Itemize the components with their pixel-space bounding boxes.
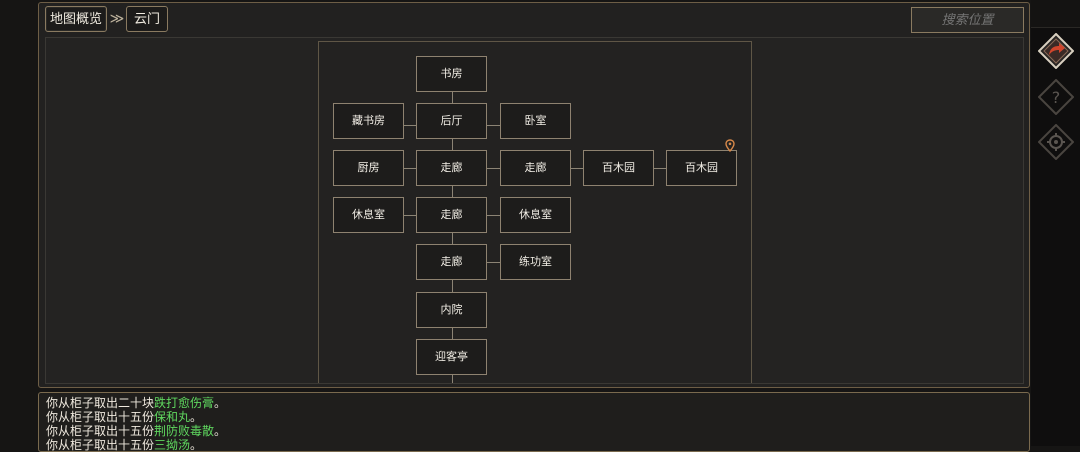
connector — [487, 262, 500, 263]
map-canvas[interactable]: 书房 藏书房 后厅 卧室 厨房 走廊 走廊 百木园 百木园 休息室 走廊 休息室… — [318, 41, 752, 383]
room-guest-pavilion[interactable]: 迎客亭 — [416, 339, 487, 375]
room-garden-1[interactable]: 百木园 — [583, 150, 654, 186]
svg-text:?: ? — [1052, 88, 1061, 107]
share-arrow-icon[interactable] — [1038, 33, 1074, 69]
room-corridor-1-east[interactable]: 走廊 — [500, 150, 571, 186]
search-input[interactable] — [911, 7, 1024, 33]
connector — [404, 168, 416, 169]
room-rest-room-east[interactable]: 休息室 — [500, 197, 571, 233]
room-kitchen[interactable]: 厨房 — [333, 150, 404, 186]
gear-icon[interactable] — [1038, 124, 1074, 160]
room-training-room[interactable]: 练功室 — [500, 244, 571, 280]
connector — [487, 168, 500, 169]
log-item-name: 荆防败毒散 — [154, 424, 215, 438]
right-sidebar-tab[interactable] — [1031, 0, 1080, 28]
room-rest-room-west[interactable]: 休息室 — [333, 197, 404, 233]
log-line: 你从柜子取出二十块跌打愈伤膏。 — [46, 396, 227, 410]
message-log: 你从柜子取出二十块跌打愈伤膏。 你从柜子取出十五份保和丸。 你从柜子取出十五份荆… — [38, 392, 1030, 452]
log-line: 你从柜子取出十五份保和丸。 — [46, 410, 203, 424]
breadcrumb-map-overview[interactable]: 地图概览 — [45, 6, 107, 32]
log-line: 你从柜子取出十五份三拗汤。 — [46, 438, 203, 452]
question-icon[interactable]: ? — [1038, 79, 1074, 115]
log-line: 你从柜子取出十五份荆防败毒散。 — [46, 424, 227, 438]
log-item-name: 保和丸 — [154, 410, 191, 424]
map-area: 书房 藏书房 后厅 卧室 厨房 走廊 走廊 百木园 百木园 休息室 走廊 休息室… — [45, 37, 1024, 384]
connector — [404, 215, 416, 216]
breadcrumb-current-area[interactable]: 云门 — [126, 6, 168, 32]
room-bedroom[interactable]: 卧室 — [500, 103, 571, 139]
connector — [487, 125, 500, 126]
breadcrumb-separator-icon: ≫ — [109, 11, 125, 27]
room-corridor-3[interactable]: 走廊 — [416, 244, 487, 280]
connector — [404, 125, 416, 126]
room-garden-2[interactable]: 百木园 — [666, 150, 737, 186]
location-pin-icon — [725, 139, 735, 153]
room-back-hall[interactable]: 后厅 — [416, 103, 487, 139]
room-study[interactable]: 书房 — [416, 56, 487, 92]
log-item-name: 跌打愈伤膏 — [154, 396, 215, 410]
log-item-name: 三拗汤 — [154, 438, 191, 452]
room-corridor-2[interactable]: 走廊 — [416, 197, 487, 233]
room-library[interactable]: 藏书房 — [333, 103, 404, 139]
room-inner-court[interactable]: 内院 — [416, 292, 487, 328]
room-corridor-1[interactable]: 走廊 — [416, 150, 487, 186]
connector — [487, 215, 500, 216]
